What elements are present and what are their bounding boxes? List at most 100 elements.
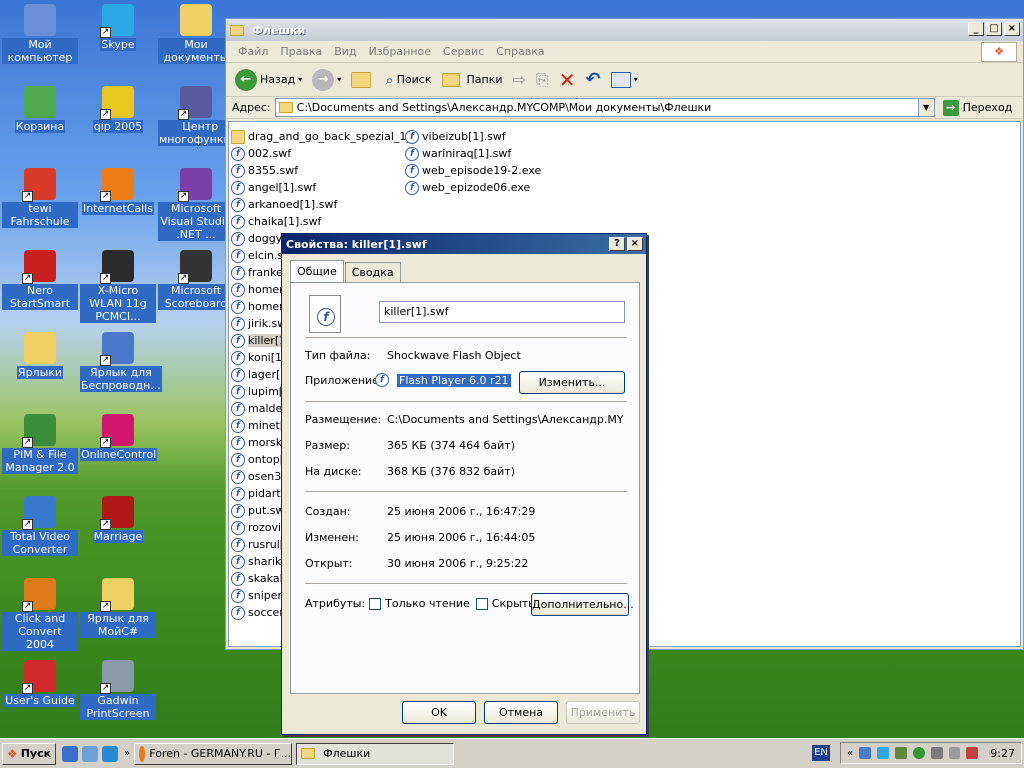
clock[interactable]: 9:27 [990, 747, 1015, 760]
hidden-checkbox[interactable] [475, 597, 488, 610]
media-icon[interactable] [102, 745, 118, 762]
menu-item[interactable]: Правка [274, 45, 328, 58]
desktop-icon[interactable]: ↗ qip 2005 [80, 86, 156, 133]
maximize-button[interactable]: □ [986, 22, 1002, 36]
menu-item[interactable]: Файл [232, 45, 274, 58]
desktop-icon[interactable]: ↗ X-Micro WLAN 11g PCMCI... [80, 250, 156, 323]
desktop-icon[interactable]: Мой компьютер [2, 4, 78, 64]
shortcut-arrow-icon: ↗ [22, 601, 33, 612]
folders-button[interactable]: Папки [439, 67, 506, 93]
file-item[interactable]: f 8355.swf [231, 162, 412, 179]
file-item[interactable]: fdrag_and_go_back_spezial_1_ [231, 128, 412, 145]
desktop-icon[interactable]: Мои документы [158, 4, 234, 64]
desktop-icon[interactable]: Ярлыки [2, 332, 78, 379]
file-item[interactable]: f web_epizode06.exe [405, 179, 541, 196]
flash-file-icon: f [231, 571, 245, 586]
desktop-icon[interactable]: ↗ Click and Convert 2004 [2, 578, 78, 651]
change-button[interactable]: Изменить... [519, 371, 625, 394]
flash-file-icon: f [231, 214, 245, 229]
up-button[interactable] [348, 67, 378, 93]
flash-file-icon: f [405, 163, 419, 178]
address-input[interactable]: C:\Documents and Settings\Александр.MYCO… [274, 98, 935, 117]
help-button[interactable]: ? [609, 237, 625, 251]
minimize-button[interactable]: _ [968, 22, 984, 36]
ie-icon[interactable] [62, 745, 78, 762]
size-value: 365 КБ (374 464 байт) [387, 439, 515, 452]
show-desktop-icon[interactable] [82, 745, 98, 762]
chevron-more-icon[interactable]: » [124, 748, 130, 759]
file-item[interactable]: f wariniraq[1].swf [405, 145, 541, 162]
tray-network-icon[interactable] [894, 747, 907, 759]
menu-item[interactable]: Сервис [437, 45, 490, 58]
menu-item[interactable]: Избранное [363, 45, 437, 58]
start-button[interactable]: ❖ Пуск [2, 742, 56, 765]
desktop-icon[interactable]: ↗ Microsoft Scoreboard [158, 250, 234, 310]
tray-qip-icon[interactable] [912, 747, 925, 759]
file-name: ontop[ [248, 453, 285, 466]
file-item[interactable]: f 002.swf [231, 145, 412, 162]
desktop-icon[interactable]: ↗ InternetCalls [80, 168, 156, 215]
file-name: rusrul[ [248, 538, 285, 551]
desktop-icon[interactable]: ↗ Marriage [80, 496, 156, 543]
close-button[interactable]: × [1004, 22, 1020, 36]
task-firefox[interactable]: Foren - GERMANY.RU - Г... [134, 742, 293, 765]
desktop-icon[interactable]: ↗ OnlineControl [80, 414, 158, 461]
dialog-titlebar[interactable]: Свойства: killer[1].swf ? × [282, 234, 646, 254]
readonly-checkbox[interactable] [369, 597, 382, 610]
flash-file-icon: f [231, 401, 245, 416]
views-button[interactable]: ▾ [608, 67, 641, 93]
chevron-down-icon: ▾ [337, 75, 342, 84]
go-button[interactable]: → Переход [942, 99, 1012, 116]
properties-dialog: Свойства: killer[1].swf ? × Общие Сводка… [281, 233, 647, 735]
address-dropdown-icon[interactable]: ▼ [917, 99, 934, 116]
back-button[interactable]: ← Назад ▾ [232, 67, 305, 93]
desktop-icon[interactable]: ↗ Центр многофункц... [158, 86, 243, 146]
desktop-icon[interactable]: ↗ Ярлык для Беспроводн... [80, 332, 162, 392]
undo-button[interactable]: ↶ [582, 67, 603, 93]
apply-button[interactable]: Применить [566, 701, 640, 724]
copy-to-button[interactable]: ⎘ [533, 67, 552, 93]
desktop-icon[interactable]: ↗ tewi Fahrschule [2, 168, 78, 228]
flash-file-icon: f [231, 520, 245, 535]
task-explorer[interactable]: Флешки [296, 742, 455, 765]
forward-button[interactable]: → ▾ [309, 67, 344, 93]
menu-item[interactable]: Вид [328, 45, 362, 58]
language-indicator[interactable]: EN [812, 745, 830, 761]
tray-expand-icon[interactable]: « [847, 748, 853, 759]
file-item[interactable]: f arkanoed[1].swf [231, 196, 412, 213]
explorer-titlebar[interactable]: Флешки _ □ × [226, 19, 1023, 41]
desktop-icon[interactable]: ↗ Nero StartSmart [2, 250, 78, 310]
file-item[interactable]: f chaika[1].swf [231, 213, 412, 230]
dialog-title: Свойства: killer[1].swf [286, 237, 427, 251]
desktop-icon[interactable]: ↗ Microsoft Visual Studio .NET ... [158, 168, 234, 241]
delete-button[interactable]: ✕ [556, 67, 579, 93]
file-item[interactable]: f angel[1].swf [231, 179, 412, 196]
desktop-icon[interactable]: ↗ Skype [80, 4, 156, 51]
ok-button[interactable]: OK [402, 701, 476, 724]
desktop-icon[interactable]: Корзина [2, 86, 78, 133]
move-to-button[interactable]: ⇨ [510, 67, 529, 93]
menu-item[interactable]: Справка [490, 45, 550, 58]
tray-skype-icon[interactable] [877, 747, 889, 759]
tray-app-icon[interactable] [859, 747, 871, 759]
advanced-button[interactable]: Дополнительно... [531, 593, 634, 616]
search-button[interactable]: ⌕ Поиск [382, 67, 434, 93]
file-item[interactable]: f web_episode19-2.exe [405, 162, 541, 179]
desktop-icon[interactable]: ↗ User's Guide [2, 660, 78, 707]
dialog-close-button[interactable]: × [627, 237, 643, 251]
cancel-button[interactable]: Отмена [484, 701, 558, 724]
desktop-icon[interactable]: ↗ Ярлык для МойС# [80, 578, 156, 638]
tray-device-icon[interactable] [948, 747, 961, 759]
desktop-icon[interactable]: ↗ Gadwin PrintScreen [80, 660, 156, 720]
desktop-icon[interactable]: ↗ Total Video Converter [2, 496, 78, 556]
tray-security-icon[interactable] [966, 747, 979, 759]
tab-summary[interactable]: Сводка [344, 262, 401, 282]
separator [305, 401, 627, 403]
filename-input[interactable]: killer[1].swf [379, 301, 625, 323]
desktop-icon-label: Мои документы [158, 38, 234, 64]
folders-icon [441, 72, 460, 87]
desktop-icon[interactable]: ↗ PIM & File Manager 2.0 [2, 414, 78, 474]
tab-general[interactable]: Общие [290, 260, 344, 282]
tray-sound-icon[interactable] [930, 747, 943, 759]
file-item[interactable]: f vibeizub[1].swf [405, 128, 541, 145]
